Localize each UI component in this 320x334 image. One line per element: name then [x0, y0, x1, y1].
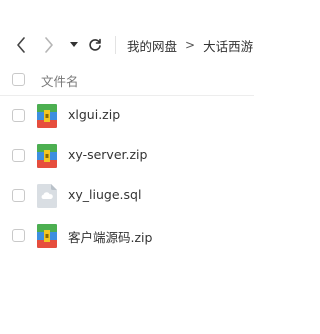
file-row[interactable]: xy-server.zip — [0, 136, 254, 176]
toolbar-divider — [115, 36, 116, 54]
file-row[interactable]: xlgui.zip — [0, 96, 254, 136]
list-header: 文件名 — [0, 64, 254, 96]
breadcrumb-separator: > — [185, 38, 196, 52]
file-name[interactable]: xlgui.zip — [68, 107, 120, 122]
breadcrumb-root[interactable]: 我的网盘 — [127, 36, 177, 55]
zip-archive-icon — [37, 224, 57, 248]
forward-button[interactable] — [40, 35, 58, 55]
breadcrumb: 我的网盘 > 大话西游 — [127, 36, 253, 54]
zip-archive-icon — [37, 104, 57, 128]
file-name[interactable]: 客户端源码.zip — [68, 227, 152, 246]
chevron-left-icon — [17, 37, 25, 53]
chevron-right-icon — [45, 37, 53, 53]
generic-file-icon — [37, 184, 57, 208]
file-row[interactable]: 客户端源码.zip — [0, 216, 254, 256]
row-checkbox[interactable] — [12, 149, 25, 162]
row-checkbox[interactable] — [12, 109, 25, 122]
history-dropdown-button[interactable] — [67, 35, 81, 55]
caret-down-icon — [70, 42, 78, 47]
select-all-checkbox[interactable] — [12, 73, 25, 86]
back-button[interactable] — [12, 35, 30, 55]
file-browser: 我的网盘 > 大话西游 文件名 xlgui.zip xy-server.zip … — [0, 0, 254, 334]
file-name[interactable]: xy_liuge.sql — [68, 187, 141, 202]
row-checkbox[interactable] — [12, 229, 25, 242]
file-row[interactable]: xy_liuge.sql — [0, 176, 254, 216]
refresh-button[interactable] — [86, 35, 104, 55]
zip-archive-icon — [37, 144, 57, 168]
row-checkbox[interactable] — [12, 189, 25, 202]
column-header-name[interactable]: 文件名 — [41, 71, 79, 90]
refresh-icon — [89, 38, 101, 51]
breadcrumb-current: 大话西游 — [203, 38, 254, 54]
file-name[interactable]: xy-server.zip — [68, 147, 147, 162]
toolbar: 我的网盘 > 大话西游 — [0, 27, 254, 63]
